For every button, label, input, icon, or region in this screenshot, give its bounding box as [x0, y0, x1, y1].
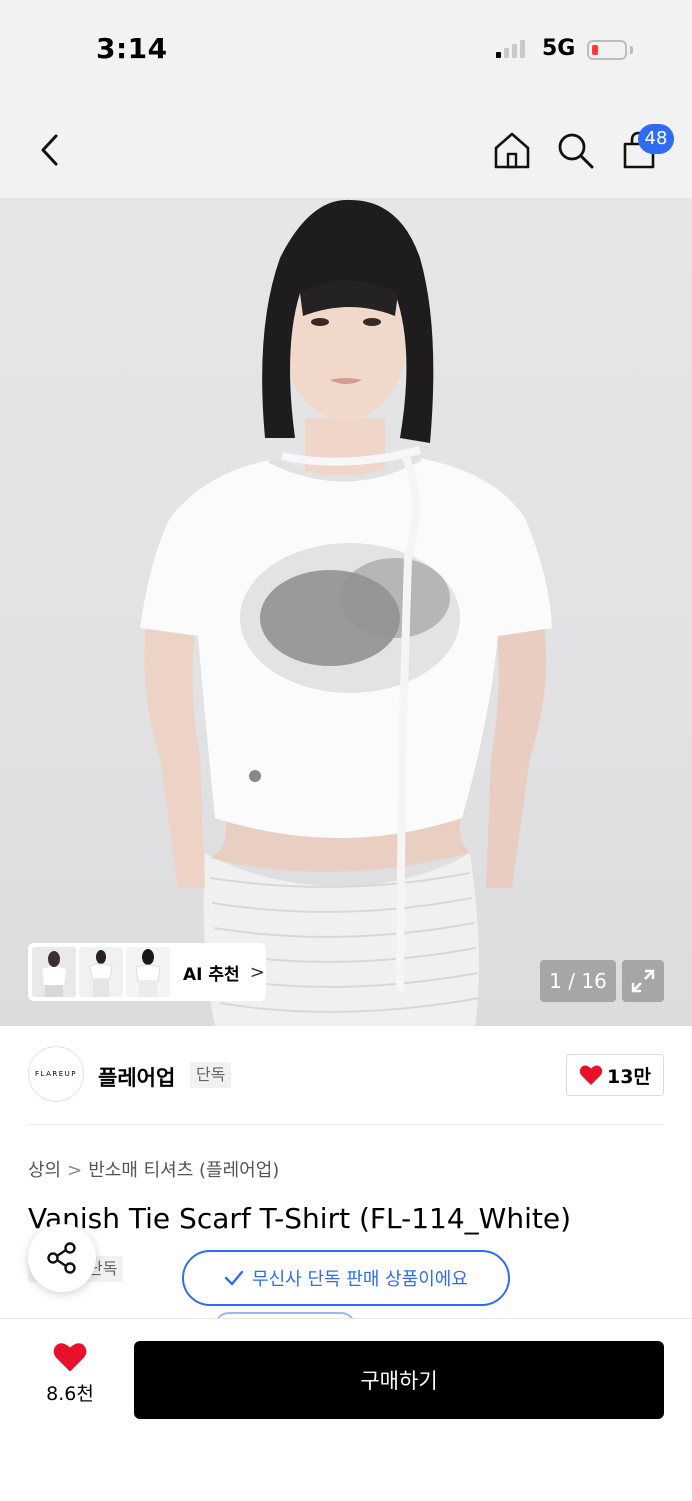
chevron-left-icon: [41, 134, 58, 166]
breadcrumb-item-tshirts[interactable]: 반소매 티셔츠 (플레어업): [88, 1160, 279, 1181]
battery-tip: [630, 46, 633, 54]
model-photo: [140, 199, 552, 1026]
breadcrumb: 상의 > 반소매 티셔츠 (플레어업): [28, 1156, 279, 1182]
chevron-right-icon: >: [249, 961, 265, 983]
status-bar: 3:14 5G: [0, 0, 692, 100]
divider: [28, 1124, 664, 1125]
network-type: 5G: [542, 36, 576, 61]
signal-icon: [496, 40, 525, 58]
search-icon: [558, 133, 594, 169]
product-title: Vanish Tie Scarf T-Shirt (FL-114_White): [28, 1202, 571, 1235]
cart-count-badge: 48: [638, 124, 674, 154]
heart-icon: [53, 1343, 87, 1372]
image-counter: 1 / 16: [540, 960, 616, 1002]
ai-recommend-label: AI 추천: [183, 964, 240, 985]
brand-name[interactable]: 플레어업: [98, 1062, 175, 1092]
breadcrumb-separator: >: [67, 1160, 83, 1181]
brand-row: FLAREUP 플레어업 단독 13만: [0, 1026, 692, 1126]
brand-logo[interactable]: FLAREUP: [28, 1046, 84, 1102]
buy-button[interactable]: 구매하기: [134, 1341, 664, 1419]
share-icon: [47, 1242, 76, 1274]
ai-thumb-1: [32, 947, 76, 997]
search-button[interactable]: [553, 128, 597, 172]
home-icon: [494, 132, 530, 169]
exclusive-badge: 단독: [190, 1062, 232, 1088]
breadcrumb-item-top[interactable]: 상의: [28, 1160, 61, 1181]
expand-icon: [631, 969, 655, 993]
status-time: 3:14: [96, 32, 168, 65]
expand-button[interactable]: [622, 960, 664, 1002]
exclusive-toast: 무신사 단독 판매 상품이에요: [182, 1250, 510, 1306]
brand-like-button[interactable]: 13만: [566, 1054, 664, 1096]
exclusive-toast-text: 무신사 단독 판매 상품이에요: [252, 1269, 468, 1290]
home-button[interactable]: [490, 128, 534, 172]
heart-icon: [579, 1065, 603, 1085]
ai-thumb-3: [126, 947, 170, 997]
battery-icon: [587, 40, 627, 60]
nav-bar: [0, 100, 692, 198]
wishlist-count: 8.6천: [46, 1383, 94, 1405]
ai-thumb-2: [79, 947, 123, 997]
ai-recommend-button[interactable]: AI 추천 >: [28, 943, 266, 1001]
share-button[interactable]: [28, 1224, 96, 1292]
product-image[interactable]: [0, 198, 692, 1026]
bottom-action-bar: 8.6천 구매하기: [0, 1318, 692, 1501]
brand-like-count: 13만: [607, 1065, 651, 1088]
back-button[interactable]: [28, 128, 72, 172]
check-icon: [224, 1270, 244, 1286]
wishlist-button[interactable]: 8.6천: [30, 1341, 110, 1421]
